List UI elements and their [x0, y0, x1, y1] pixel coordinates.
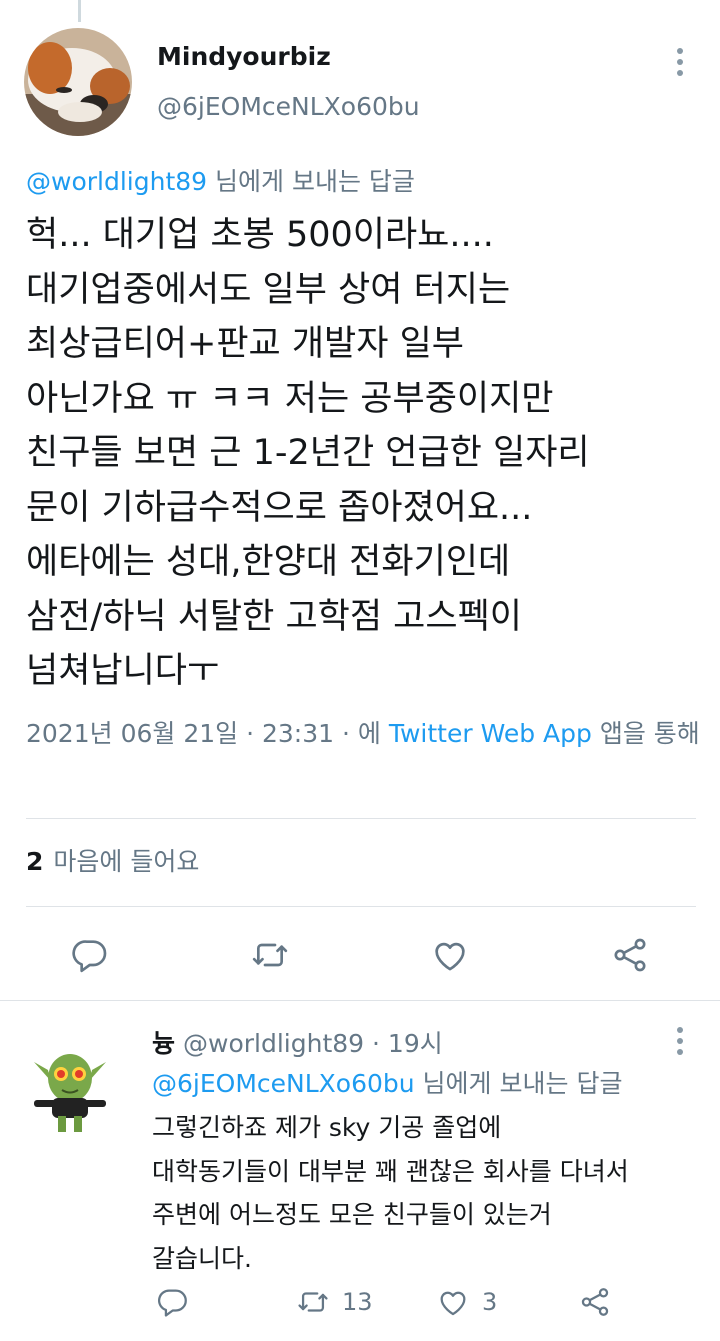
more-vertical-icon[interactable] [675, 1027, 685, 1060]
tweet-timestamp-line: 2021년 06월 21일 · 23:31 · 에 Twitter Web Ap… [26, 714, 706, 754]
reply-time: · 19시 [372, 1029, 443, 1058]
reply-header: 늉 @worldlight89 · 19시 [152, 1024, 443, 1060]
reply-share-button[interactable] [578, 1282, 612, 1322]
heart-icon [435, 942, 465, 971]
share-icon [614, 938, 646, 972]
reply-handle[interactable]: @worldlight89 [183, 1029, 364, 1058]
reply-reply-button[interactable] [156, 1282, 190, 1322]
tweet-timestamp: 2021년 06월 21일 · 23:31 · 에 [26, 719, 381, 748]
reply-like-button[interactable]: 3 [436, 1282, 497, 1322]
retweet-icon [298, 1292, 328, 1312]
reply-replying-to-handle-link[interactable]: @6jEOMceNLXo60bu [152, 1069, 415, 1098]
share-icon [581, 1288, 609, 1316]
author-handle[interactable]: @6jEOMceNLXo60bu [157, 92, 420, 121]
reply-like-count: 3 [482, 1288, 498, 1316]
reply-icon [157, 1289, 187, 1317]
reply-retweet-button[interactable]: 13 [296, 1282, 373, 1322]
likes-label: 마음에 들어요 [53, 847, 200, 876]
divider [26, 906, 696, 907]
author-display-name[interactable]: Mindyourbiz [157, 42, 331, 71]
reply-display-name[interactable]: 늉 [152, 1029, 175, 1058]
dog-avatar-image [24, 28, 132, 136]
section-divider [0, 1000, 720, 1001]
avatar[interactable] [24, 28, 132, 136]
reply-body-text: 그렇긴하죠 제가 sky 기공 졸업에 대학동기들이 대부분 꽤 괜찮은 회사를… [152, 1113, 629, 1273]
tweet-body-text: 헉... 대기업 초봉 500이라뇨.... 대기업중에서도 일부 상여 터지는… [26, 215, 590, 691]
likes-count: 2 [26, 847, 44, 876]
more-vertical-icon[interactable] [675, 48, 685, 81]
retweet-icon [252, 943, 288, 967]
like-button[interactable] [428, 933, 472, 977]
goblin-avatar-image [30, 1040, 110, 1136]
share-button[interactable] [608, 933, 652, 977]
replying-to-line: @worldlight89 님에게 보내는 답글 [26, 162, 415, 198]
replying-to-handle-link[interactable]: @worldlight89 [26, 167, 207, 196]
reply-retweet-count: 13 [342, 1288, 373, 1316]
heart-icon [440, 1291, 466, 1316]
replying-to-suffix: 님에게 보내는 답글 [207, 167, 415, 196]
divider [26, 818, 696, 819]
likes-count-link[interactable]: 2 마음에 들어요 [26, 842, 199, 878]
reply-icon [72, 940, 107, 973]
reply-avatar[interactable] [30, 1040, 110, 1136]
tweet-client-suffix: 앱을 통해 [599, 719, 700, 748]
reply-replying-to-line: @6jEOMceNLXo60bu 님에게 보내는 답글 [152, 1064, 622, 1100]
tweet-client-link[interactable]: Twitter Web App [389, 719, 592, 748]
retweet-button[interactable] [248, 933, 292, 977]
reply-replying-to-suffix: 님에게 보내는 답글 [414, 1069, 623, 1098]
reply-button[interactable] [68, 933, 112, 977]
thread-connector-line [78, 0, 81, 22]
